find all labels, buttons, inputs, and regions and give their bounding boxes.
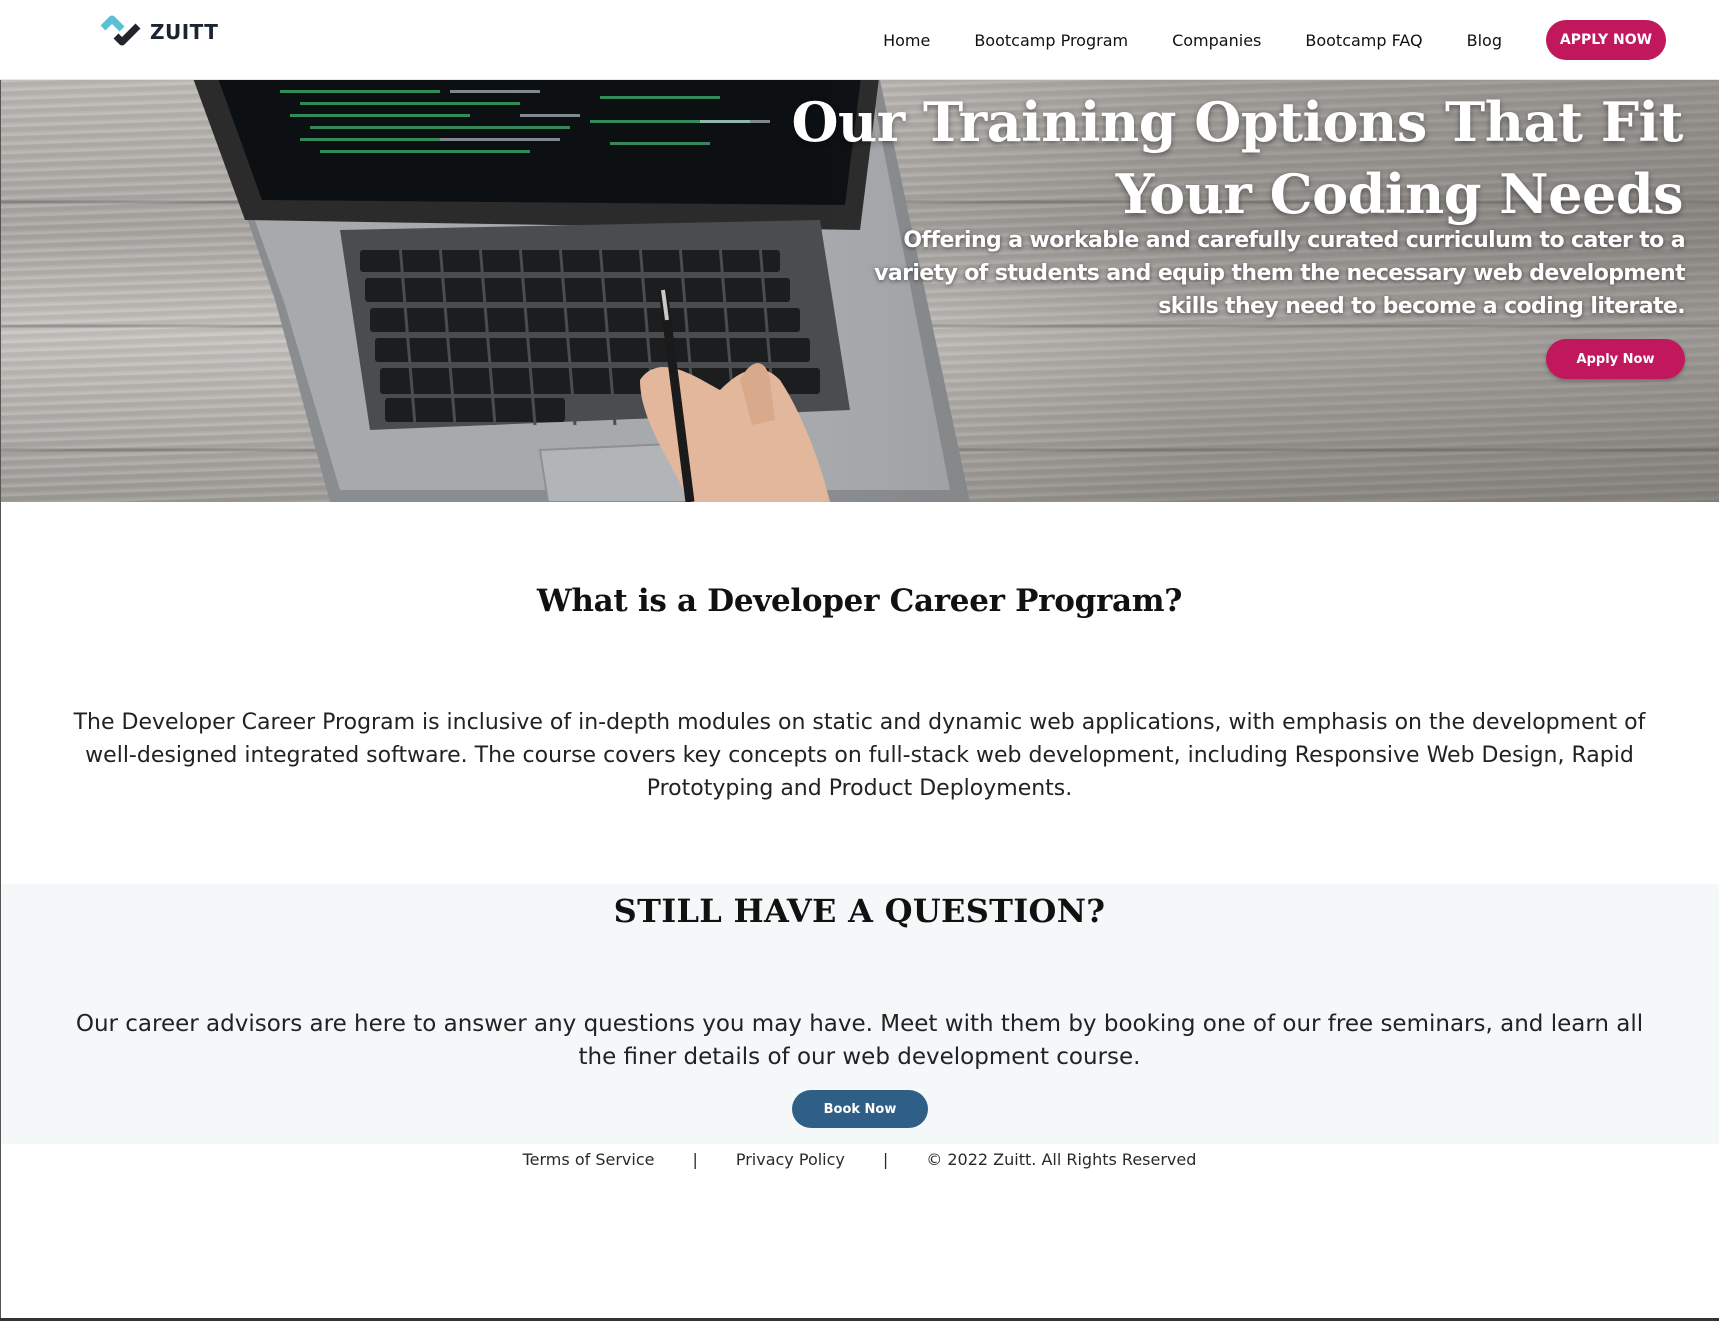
nav-apply-now-button[interactable]: APPLY NOW xyxy=(1546,20,1666,60)
hero-subtitle: Offering a workable and carefully curate… xyxy=(874,228,1686,319)
navbar: ZUITT Home Bootcamp Program Companies Bo… xyxy=(0,0,1719,80)
hero-title-line-2: Your Coding Needs xyxy=(1115,162,1684,226)
footer-separator: | xyxy=(692,1149,698,1169)
brand-logo[interactable]: ZUITT xyxy=(100,14,218,50)
book-now-button[interactable]: Book Now xyxy=(792,1090,928,1128)
nav-link-bootcamp-faq[interactable]: Bootcamp FAQ xyxy=(1305,31,1422,50)
footer-separator: | xyxy=(882,1149,889,1169)
brand-name: ZUITT xyxy=(150,20,219,44)
hero-title: Our Training Options That Fit Your Codin… xyxy=(783,86,1683,230)
nav-link-companies[interactable]: Companies xyxy=(1172,31,1261,50)
nav-link-blog[interactable]: Blog xyxy=(1467,31,1502,50)
footer: Terms of Service | Privacy Policy | © 20… xyxy=(0,1144,1719,1174)
program-heading: What is a Developer Career Program? xyxy=(536,583,1183,619)
nav-link-bootcamp-program[interactable]: Bootcamp Program xyxy=(974,31,1128,50)
hero-apply-now-button[interactable]: Apply Now xyxy=(1546,339,1685,379)
privacy-policy-link[interactable]: Privacy Policy xyxy=(736,1150,845,1169)
question-heading: STILL HAVE A QUESTION? xyxy=(613,892,1106,930)
nav-link-home[interactable]: Home xyxy=(883,31,930,50)
program-description: The Developer Career Program is inclusiv… xyxy=(73,710,1646,801)
hero-banner: Our Training Options That Fit Your Codin… xyxy=(0,80,1719,502)
question-description: Our career advisors are here to answer a… xyxy=(75,1011,1644,1070)
page-left-border xyxy=(0,80,1,1321)
terms-of-service-link[interactable]: Terms of Service xyxy=(523,1150,655,1169)
copyright-text: © 2022 Zuitt. All Rights Reserved xyxy=(926,1149,1197,1169)
hero-title-line-1: Our Training Options That Fit xyxy=(791,90,1683,154)
nav-links: Home Bootcamp Program Companies Bootcamp… xyxy=(883,0,1719,80)
zuitt-logo-icon xyxy=(100,15,141,46)
question-section: STILL HAVE A QUESTION? Our career adviso… xyxy=(0,884,1719,1144)
